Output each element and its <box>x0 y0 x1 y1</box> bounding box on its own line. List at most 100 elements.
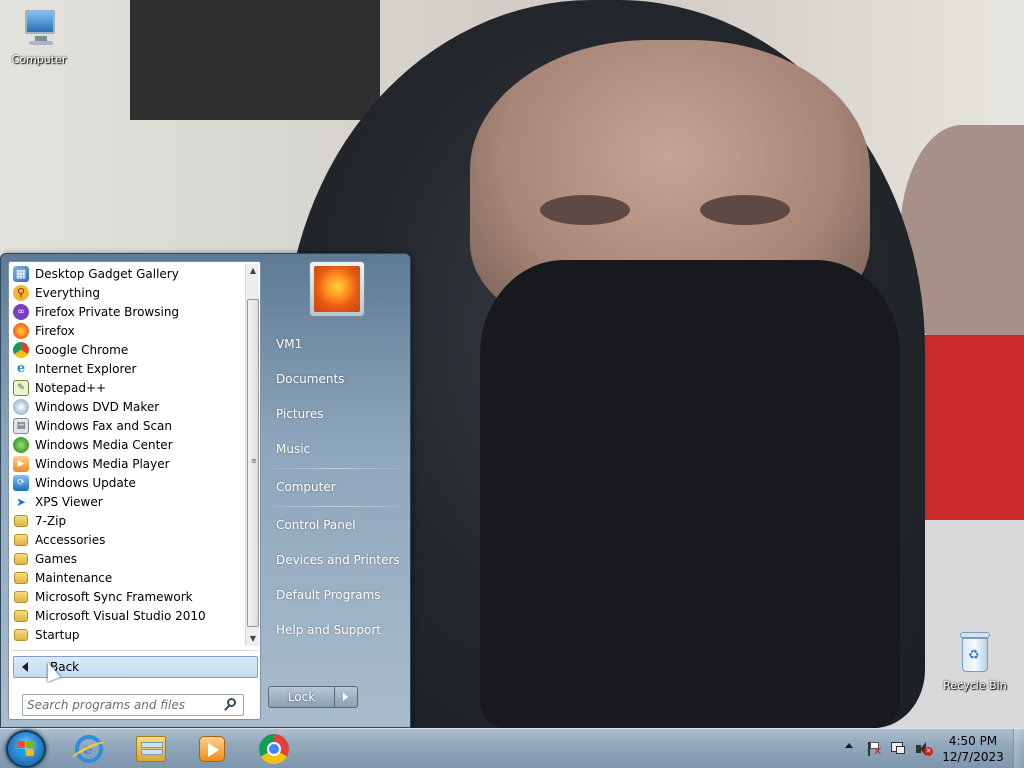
network-icon[interactable] <box>890 741 906 757</box>
taskbar-google-chrome[interactable] <box>247 731 301 767</box>
folder-icon <box>14 533 28 546</box>
user-picture[interactable] <box>309 261 365 317</box>
start-link-music[interactable]: Music <box>276 442 310 456</box>
fax-scan-icon: ▤ <box>13 417 29 434</box>
start-link-devices-printers[interactable]: Devices and Printers <box>276 553 400 567</box>
everything-search-icon: ⚲ <box>13 284 29 301</box>
show-hidden-icons-chevron-icon[interactable] <box>845 743 853 748</box>
taskbar-internet-explorer[interactable]: e <box>62 731 116 767</box>
program-label: Firefox Private Browsing <box>35 304 180 319</box>
volume-muted-icon[interactable]: ✕ <box>915 741 933 757</box>
desktop-icon-recycle-bin[interactable]: ♻ Recycle Bin <box>938 628 1012 692</box>
program-item[interactable]: Windows Media Center <box>11 435 245 454</box>
folder-icon <box>14 628 28 641</box>
start-menu-left-pane: ▦ Desktop Gadget Gallery ⚲ Everything ∞ … <box>8 261 261 720</box>
program-folder[interactable]: Maintenance <box>11 568 245 587</box>
show-desktop-button[interactable] <box>1013 729 1024 768</box>
program-item[interactable]: ▤ Windows Fax and Scan <box>11 416 245 435</box>
start-link-pictures[interactable]: Pictures <box>276 407 324 421</box>
program-folder[interactable]: Microsoft Sync Framework <box>11 587 245 606</box>
program-item[interactable]: Windows DVD Maker <box>11 397 245 416</box>
taskbar-windows-media-player[interactable] <box>185 731 239 767</box>
taskbar-windows-explorer[interactable] <box>124 731 178 767</box>
recycle-bin-icon: ♻ <box>958 628 992 674</box>
start-link-control-panel[interactable]: Control Panel <box>276 518 356 532</box>
internet-explorer-icon: e <box>75 735 103 763</box>
start-link-help-support[interactable]: Help and Support <box>276 623 381 637</box>
dvd-maker-icon <box>13 398 29 415</box>
program-item[interactable]: ▦ Desktop Gadget Gallery <box>11 264 245 283</box>
program-label: Desktop Gadget Gallery <box>35 266 179 281</box>
folder-icon <box>14 609 28 622</box>
internet-explorer-icon: e <box>16 361 26 376</box>
all-programs-list: ▦ Desktop Gadget Gallery ⚲ Everything ∞ … <box>11 264 245 648</box>
start-link-default-programs[interactable]: Default Programs <box>276 588 381 602</box>
program-item[interactable]: ⟳ Windows Update <box>11 473 245 492</box>
wallpaper-shape <box>700 195 790 225</box>
program-label: 7-Zip <box>35 513 67 528</box>
wallpaper-shape <box>130 0 380 120</box>
program-item[interactable]: ▶ Windows Media Player <box>11 454 245 473</box>
scroll-grip-icon: ≡ <box>251 457 257 465</box>
program-label: Windows Fax and Scan <box>35 418 173 433</box>
program-label: XPS Viewer <box>35 494 103 509</box>
windows-media-player-icon <box>199 736 225 762</box>
firefox-private-icon: ∞ <box>13 303 29 320</box>
folder-icon <box>14 571 28 584</box>
program-label: Windows DVD Maker <box>35 399 160 414</box>
folder-icon <box>14 590 28 603</box>
program-folder[interactable]: Startup <box>11 625 245 644</box>
scroll-up-arrow-icon[interactable]: ▲ <box>246 264 260 278</box>
program-label: Google Chrome <box>35 342 129 357</box>
back-arrow-icon <box>22 662 28 672</box>
program-list-scrollbar[interactable]: ▲ ≡ ▼ <box>245 264 259 646</box>
system-clock[interactable]: 4:50 PM 12/7/2023 <box>940 733 1006 765</box>
windows-update-icon: ⟳ <box>13 474 29 491</box>
program-item[interactable]: Google Chrome <box>11 340 245 359</box>
search-input[interactable] <box>27 697 217 713</box>
program-item[interactable]: ➤ XPS Viewer <box>11 492 245 511</box>
program-item[interactable]: Firefox <box>11 321 245 340</box>
divider <box>11 650 258 651</box>
desktop-icon-computer[interactable]: Computer <box>2 6 76 66</box>
start-link-computer[interactable]: Computer <box>276 480 336 494</box>
start-button[interactable] <box>6 730 46 768</box>
program-label: Games <box>35 551 77 566</box>
program-label: Accessories <box>35 532 106 547</box>
program-label: Internet Explorer <box>35 361 137 376</box>
shutdown-options-button[interactable] <box>335 686 358 708</box>
program-item[interactable]: ⚲ Everything <box>11 283 245 302</box>
program-label: Microsoft Visual Studio 2010 <box>35 608 206 623</box>
program-label: Everything <box>35 285 100 300</box>
program-folder[interactable]: Games <box>11 549 245 568</box>
program-item[interactable]: e Internet Explorer <box>11 359 245 378</box>
action-center-flag-icon[interactable]: ✕ <box>866 741 882 757</box>
folder-icon <box>14 514 28 527</box>
firefox-icon <box>13 322 29 339</box>
scroll-down-arrow-icon[interactable]: ▼ <box>246 632 260 646</box>
computer-icon <box>19 6 59 48</box>
program-label: Maintenance <box>35 570 113 585</box>
divider <box>271 468 401 469</box>
program-label: Notepad++ <box>35 380 107 395</box>
lock-button[interactable]: Lock <box>268 686 335 708</box>
program-folder[interactable]: Accessories <box>11 530 245 549</box>
windows-logo-icon <box>17 741 35 758</box>
program-label: Windows Media Player <box>35 456 170 471</box>
program-folder[interactable]: Microsoft Visual Studio 2010 <box>11 606 245 625</box>
folder-icon <box>14 552 28 565</box>
notepad-plus-plus-icon: ✎ <box>13 379 29 396</box>
start-search-box[interactable] <box>22 694 244 716</box>
program-item[interactable]: ∞ Firefox Private Browsing <box>11 302 245 321</box>
chrome-icon <box>259 734 289 764</box>
program-item[interactable]: ✎ Notepad++ <box>11 378 245 397</box>
scroll-thumb[interactable]: ≡ <box>247 299 259 627</box>
chevron-right-icon <box>343 693 348 701</box>
windows-explorer-icon <box>136 736 166 762</box>
search-icon[interactable] <box>224 698 238 712</box>
start-link-documents[interactable]: Documents <box>276 372 344 386</box>
start-link-user[interactable]: VM1 <box>276 337 302 351</box>
clock-date: 12/7/2023 <box>942 750 1004 764</box>
program-label: Windows Media Center <box>35 437 173 452</box>
program-folder[interactable]: 7-Zip <box>11 511 245 530</box>
